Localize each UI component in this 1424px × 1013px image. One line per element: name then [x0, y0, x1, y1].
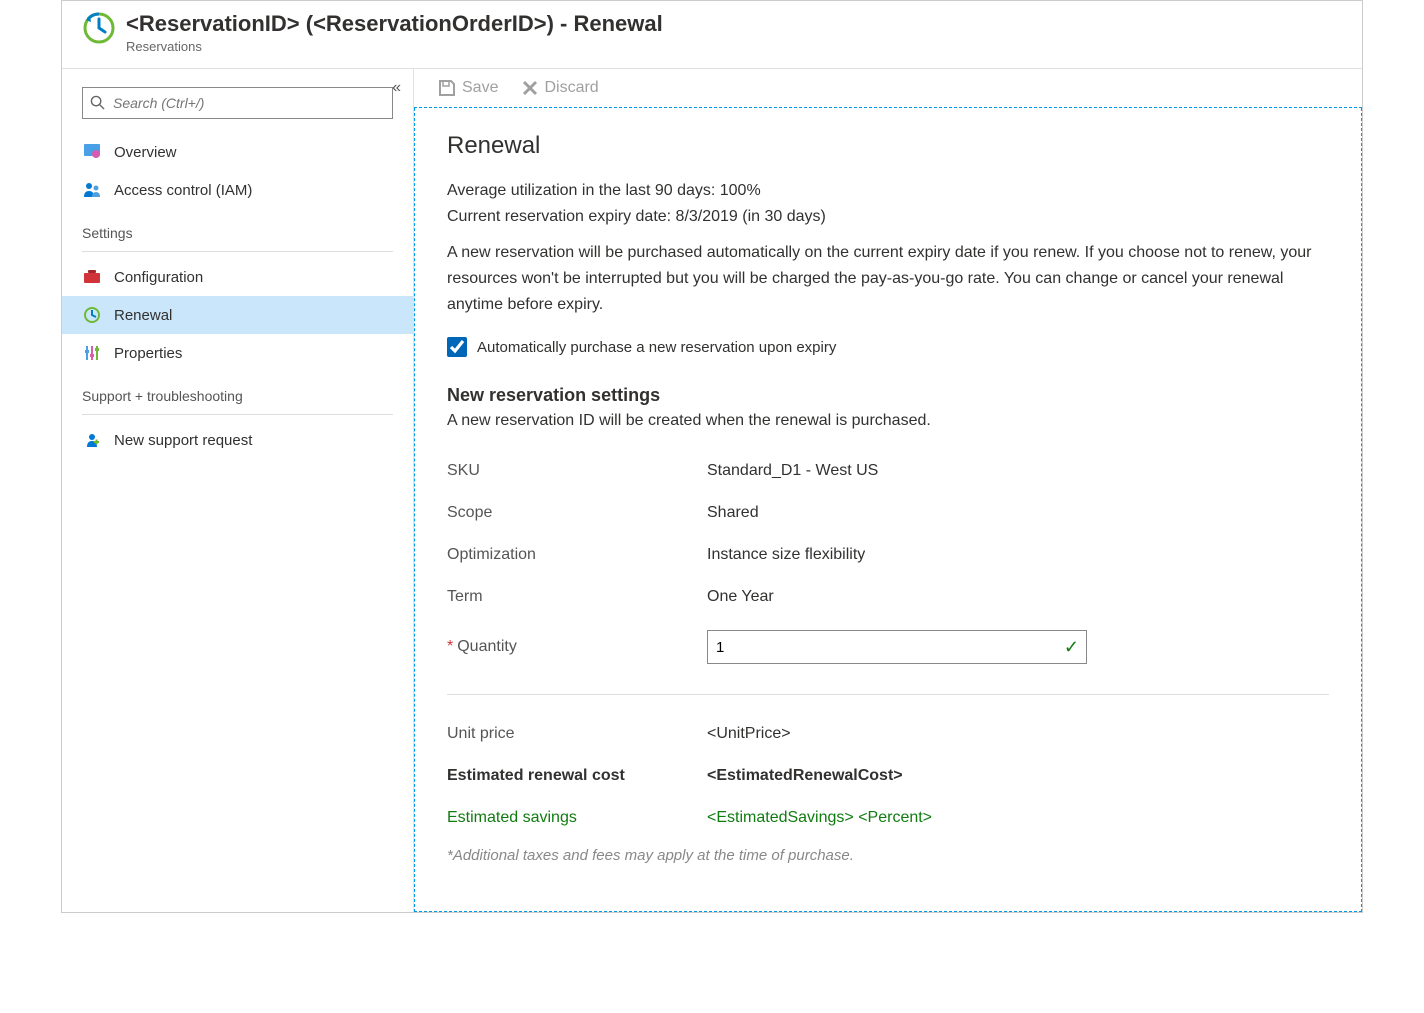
sidebar-section-settings: Settings [62, 209, 413, 247]
row-quantity: *Quantity ✓ [447, 618, 1329, 676]
properties-icon [82, 344, 102, 362]
toolbar: Save Discard [414, 69, 1362, 108]
expiry-line: Current reservation expiry date: 8/3/201… [447, 208, 1329, 226]
settings-subheading: A new reservation ID will be created whe… [447, 412, 1329, 430]
required-indicator: * [447, 638, 453, 655]
content-heading: Renewal [447, 132, 1329, 160]
sidebar-item-label: Overview [114, 144, 177, 161]
sidebar-item-label: New support request [114, 432, 252, 449]
sidebar-item-overview[interactable]: Overview [62, 133, 413, 171]
footnote: *Additional taxes and fees may apply at … [447, 847, 1329, 864]
sidebar-item-renewal[interactable]: Renewal [62, 296, 413, 334]
sidebar-section-support: Support + troubleshooting [62, 372, 413, 410]
reservation-icon [82, 11, 116, 45]
sidebar-item-configuration[interactable]: Configuration [62, 258, 413, 296]
row-term: Term One Year [447, 576, 1329, 618]
sidebar-item-label: Properties [114, 345, 182, 362]
settings-heading: New reservation settings [447, 385, 1329, 406]
renewal-description: A new reservation will be purchased auto… [447, 240, 1327, 317]
valid-check-icon: ✓ [1064, 637, 1079, 658]
row-renewal-cost: Estimated renewal cost <EstimatedRenewal… [447, 755, 1329, 797]
search-icon [90, 95, 105, 110]
search-input[interactable] [82, 87, 393, 119]
main-content: Save Discard Renewal Average utilization… [414, 69, 1362, 912]
row-savings: Estimated savings <EstimatedSavings> <Pe… [447, 797, 1329, 839]
breadcrumb: Reservations [126, 39, 663, 54]
sidebar-item-support-request[interactable]: New support request [62, 421, 413, 459]
utilization-line: Average utilization in the last 90 days:… [447, 182, 1329, 200]
save-icon [438, 79, 456, 97]
discard-button[interactable]: Discard [522, 79, 598, 97]
sidebar-item-iam[interactable]: Access control (IAM) [62, 171, 413, 209]
row-optimization: Optimization Instance size flexibility [447, 534, 1329, 576]
configuration-icon [82, 268, 102, 286]
page-title: <ReservationID> (<ReservationOrderID>) -… [126, 11, 663, 37]
sidebar-item-properties[interactable]: Properties [62, 334, 413, 372]
collapse-sidebar-button[interactable]: « [392, 79, 401, 97]
auto-renew-label: Automatically purchase a new reservation… [477, 339, 836, 356]
overview-icon [82, 143, 102, 161]
quantity-input[interactable] [707, 630, 1087, 664]
sidebar-item-label: Configuration [114, 269, 203, 286]
renewal-icon [82, 306, 102, 324]
save-button[interactable]: Save [438, 79, 498, 97]
sidebar-item-label: Renewal [114, 307, 172, 324]
row-scope: Scope Shared [447, 492, 1329, 534]
divider [447, 694, 1329, 695]
support-icon [82, 431, 102, 449]
row-sku: SKU Standard_D1 - West US [447, 450, 1329, 492]
page-header: <ReservationID> (<ReservationOrderID>) -… [62, 1, 1362, 69]
sidebar-item-label: Access control (IAM) [114, 182, 252, 199]
sidebar: « Overview Access control (IAM) Sett [62, 69, 414, 912]
auto-renew-checkbox[interactable] [447, 337, 467, 357]
row-unit-price: Unit price <UnitPrice> [447, 713, 1329, 755]
discard-icon [522, 80, 538, 96]
iam-icon [82, 181, 102, 199]
